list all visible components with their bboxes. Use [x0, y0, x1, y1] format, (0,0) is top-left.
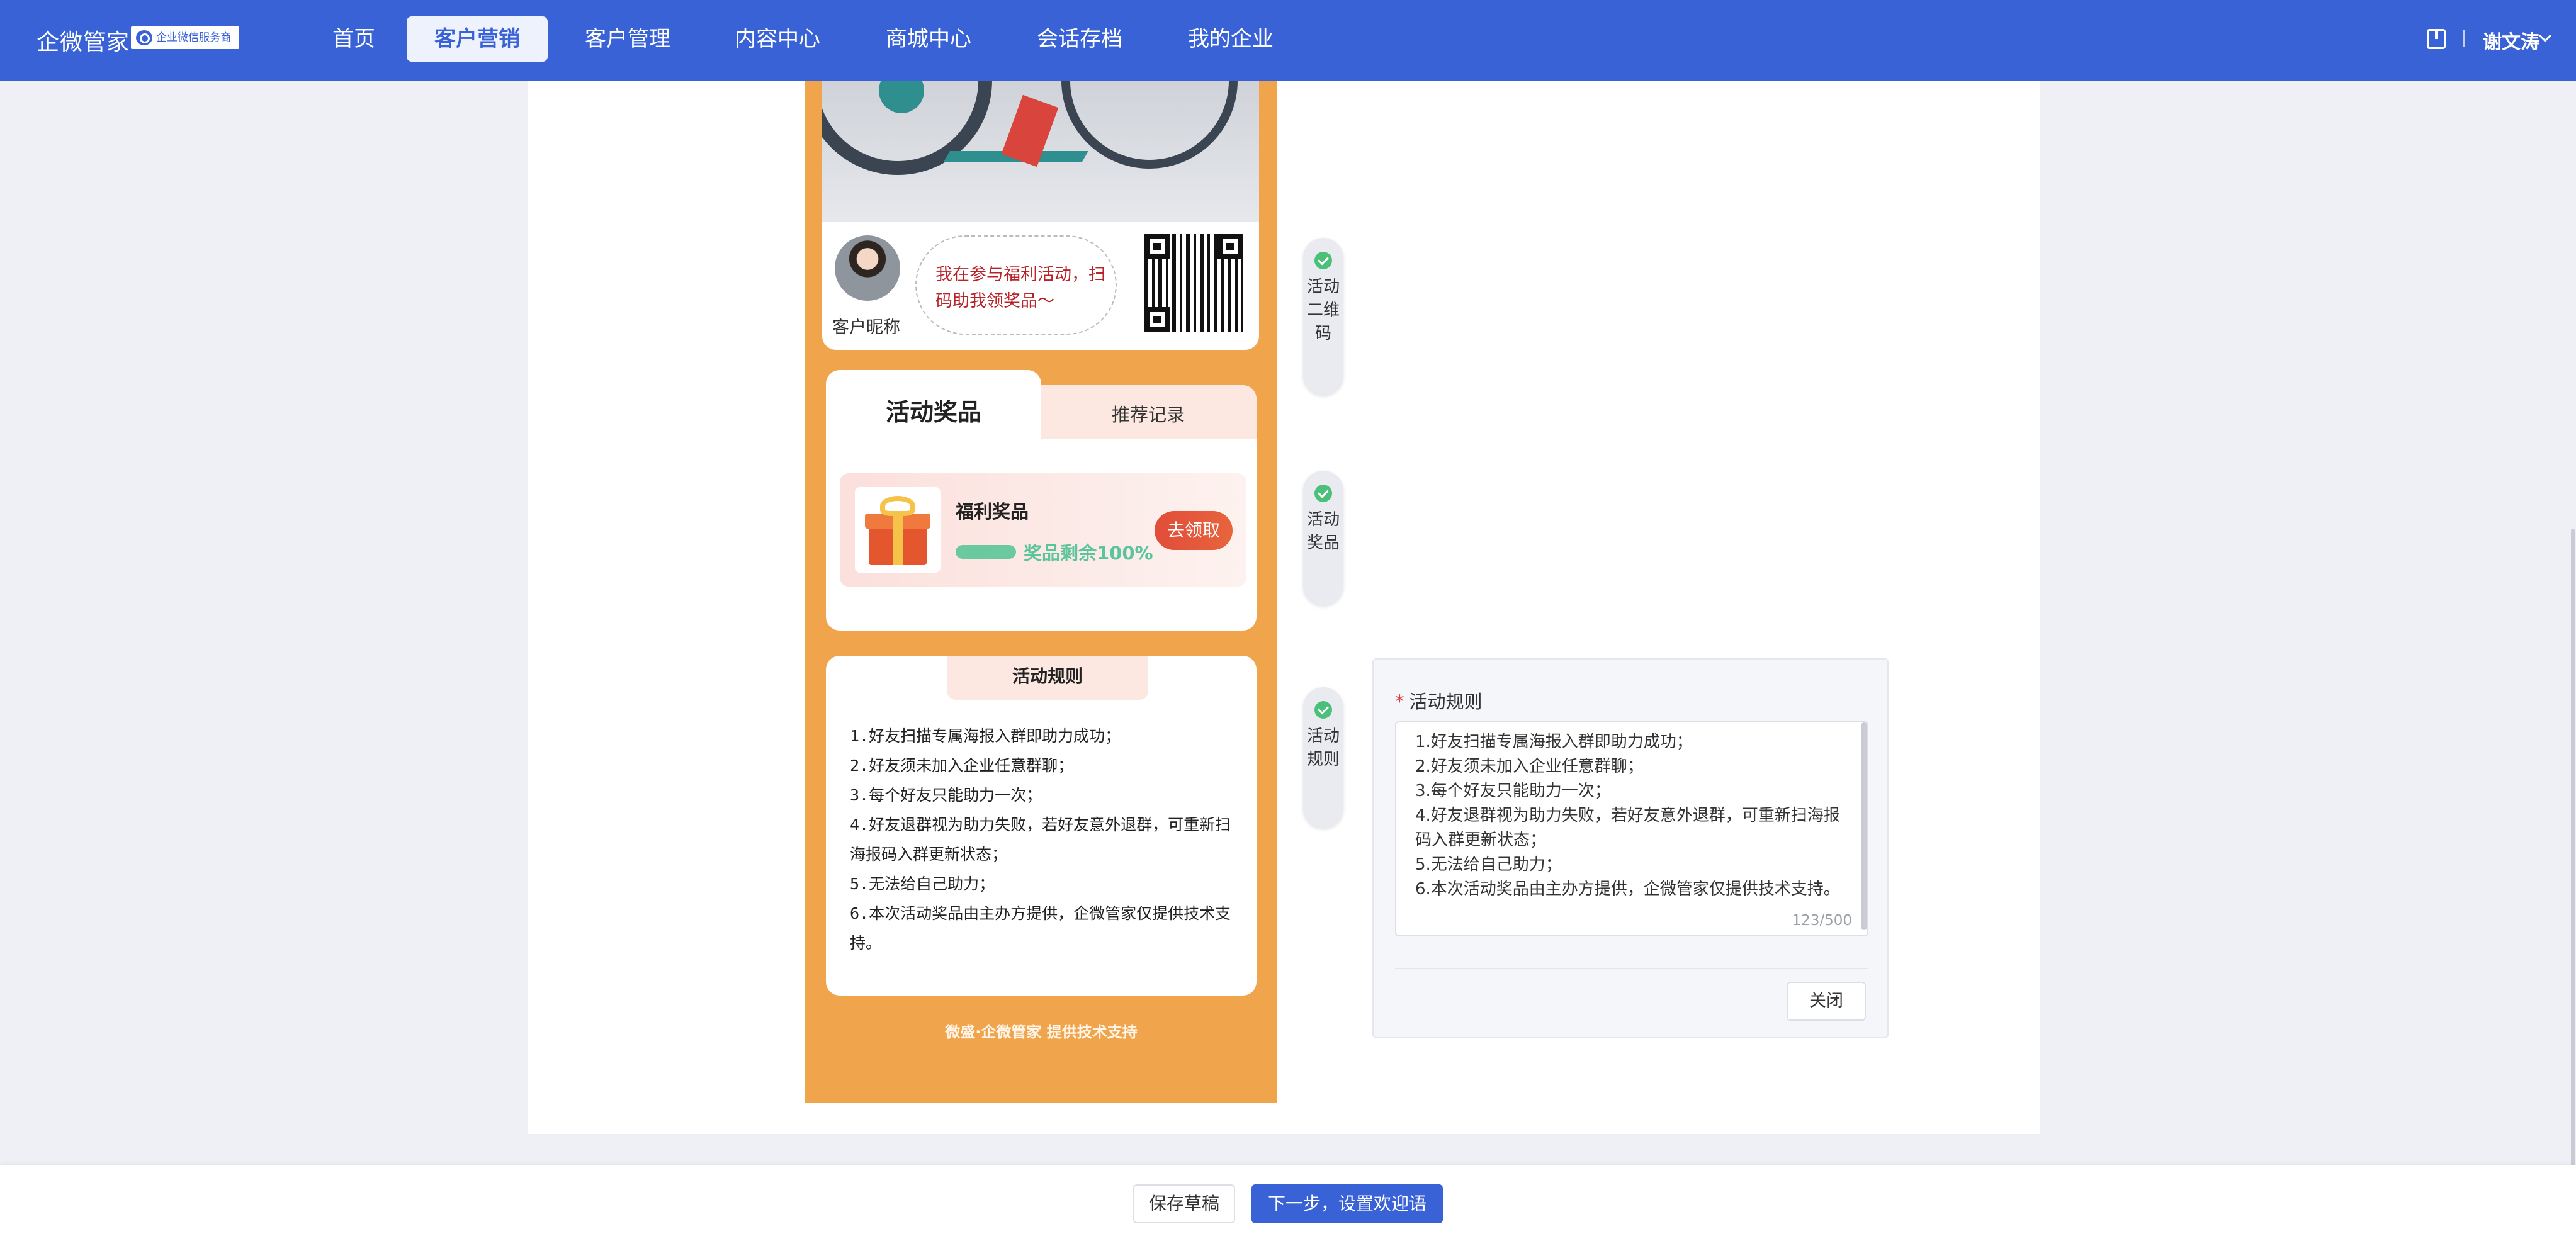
- textarea-scrollbar[interactable]: [1861, 722, 1867, 930]
- nav-separator: [2463, 30, 2465, 47]
- save-draft-button[interactable]: 保存草稿: [1133, 1184, 1235, 1223]
- check-circle-icon: [1314, 485, 1332, 502]
- prize-remaining-label: 奖品剩余100%: [1024, 542, 1153, 564]
- close-button[interactable]: 关闭: [1787, 982, 1866, 1021]
- rules-line: 6.本次活动奖品由主办方提供，企微管家仅提供技术支持。: [1415, 880, 1840, 899]
- user-name[interactable]: 谢文涛: [2483, 26, 2539, 54]
- claim-button[interactable]: 去领取: [1155, 511, 1233, 550]
- tab-activity-prizes-label: 活动奖品: [885, 398, 981, 426]
- bicycle-wheel-shape: [1061, 81, 1238, 169]
- top-nav-bar: 企微管家 企业微信服务商 首页 客户营销 客户管理 内容中心 商城中心 会话存档…: [0, 0, 2576, 81]
- brand-badge-text: 企业微信服务商: [156, 31, 231, 44]
- rules-line: 5.无法给自己助力；: [1415, 855, 1562, 874]
- char-counter: 123/500: [1792, 912, 1852, 929]
- rules-field-label-text: 活动规则: [1409, 691, 1483, 712]
- rule-item: 3.每个好友只能助力一次；: [850, 786, 1042, 804]
- prize-remaining-progress: [956, 545, 1016, 559]
- bubble-text: 我在参与福利活动，扫码助我领奖品～: [935, 265, 1105, 311]
- step-activity-qr[interactable]: 活动二维码: [1303, 238, 1343, 395]
- rules-textarea-content[interactable]: 1.好友扫描专属海报入群即助力成功； 2.好友须未加入企业任意群聊； 3.每个好…: [1415, 730, 1856, 902]
- bottom-action-bar: 保存草稿 下一步，设置欢迎语: [0, 1165, 2576, 1241]
- gift-icon: [855, 487, 941, 573]
- brand-name: 企微管家: [37, 30, 130, 55]
- rules-line: 4.好友退群视为助力失败，若好友意外退群，可重新扫海报码入群更新状态；: [1415, 806, 1840, 850]
- qr-code-icon: [1144, 234, 1243, 332]
- rule-item: 6.本次活动奖品由主办方提供，企微管家仅提供技术支持。: [850, 904, 1231, 952]
- rules-line: 1.好友扫描专属海报入群即助力成功；: [1415, 733, 1693, 751]
- bicycle-image: [822, 81, 1259, 222]
- rules-editor-panel: * 活动规则 1.好友扫描专属海报入群即助力成功； 2.好友须未加入企业任意群聊；…: [1372, 658, 1889, 1038]
- divider: [1395, 968, 1868, 969]
- rules-textarea[interactable]: 1.好友扫描专属海报入群即助力成功； 2.好友须未加入企业任意群聊； 3.每个好…: [1395, 721, 1868, 936]
- rules-list: 1.好友扫描专属海报入群即助力成功； 2.好友须未加入企业任意群聊； 3.每个好…: [850, 721, 1240, 958]
- nav-item-customer-marketing[interactable]: 客户营销: [407, 16, 548, 62]
- nav-item-session-archive[interactable]: 会话存档: [1019, 16, 1141, 62]
- customer-nickname: 客户昵称: [832, 318, 900, 337]
- tech-support-note: 微盛·企微管家 提供技术支持: [945, 1023, 1138, 1041]
- rule-item: 4.好友退群视为助力失败，若好友意外退群，可重新扫海报码入群更新状态；: [850, 816, 1231, 863]
- check-circle-icon: [1314, 252, 1332, 269]
- rules-card: 活动规则 1.好友扫描专属海报入群即助力成功； 2.好友须未加入企业任意群聊； …: [826, 656, 1257, 996]
- rule-item: 2.好友须未加入企业任意群聊；: [850, 756, 1074, 775]
- phone-preview: 客户昵称 我在参与福利活动，扫码助我领奖品～ 推荐记录 活动奖品 福利奖品 奖品: [805, 81, 1277, 1103]
- rule-item: 5.无法给自己助力；: [850, 875, 995, 893]
- prize-name: 福利奖品: [956, 501, 1029, 522]
- nav-item-mall-center[interactable]: 商城中心: [867, 16, 990, 62]
- book-icon[interactable]: [2427, 29, 2446, 49]
- rule-item: 1.好友扫描专属海报入群即助力成功；: [850, 727, 1121, 745]
- speech-bubble: 我在参与福利活动，扫码助我领奖品～: [915, 235, 1117, 335]
- rules-field-label: * 活动规则: [1395, 687, 1483, 714]
- tab-activity-prizes[interactable]: 活动奖品: [826, 370, 1041, 439]
- nav-item-customer-management[interactable]: 客户管理: [567, 16, 689, 62]
- prize-card: 推荐记录 活动奖品 福利奖品 奖品剩余100% 去领取: [826, 370, 1257, 631]
- rules-line: 2.好友须未加入企业任意群聊；: [1415, 757, 1644, 776]
- chevron-down-icon[interactable]: [2539, 30, 2551, 42]
- rules-line: 3.每个好友只能助力一次；: [1415, 782, 1611, 800]
- tab-recommend-records-label: 推荐记录: [1111, 404, 1185, 425]
- qr-corner-shape: [1144, 307, 1170, 332]
- step-label: 活动规则: [1306, 727, 1340, 769]
- qr-corner-shape: [1144, 234, 1170, 259]
- step-activity-prizes[interactable]: 活动奖品: [1303, 471, 1343, 605]
- nav-item-my-enterprise[interactable]: 我的企业: [1170, 16, 1292, 62]
- rules-title: 活动规则: [947, 656, 1148, 700]
- step-activity-rules[interactable]: 活动规则: [1303, 687, 1343, 828]
- page-scrollbar[interactable]: [2571, 529, 2575, 1171]
- wecom-logo-icon: [136, 30, 152, 45]
- step-label: 活动奖品: [1306, 510, 1340, 553]
- poster-card: 客户昵称 我在参与福利活动，扫码助我领奖品～: [822, 81, 1259, 350]
- brand-badge: 企业微信服务商: [131, 26, 239, 49]
- step-label: 活动二维码: [1306, 278, 1340, 343]
- qr-corner-shape: [1217, 234, 1243, 259]
- next-step-button[interactable]: 下一步，设置欢迎语: [1251, 1184, 1443, 1223]
- required-mark: *: [1395, 691, 1404, 712]
- prize-item: 福利奖品 奖品剩余100% 去领取: [840, 473, 1246, 587]
- tab-recommend-records[interactable]: 推荐记录: [1040, 385, 1257, 439]
- check-circle-icon: [1314, 701, 1332, 719]
- nav-item-home[interactable]: 首页: [319, 16, 389, 62]
- nav-item-content-center[interactable]: 内容中心: [716, 16, 839, 62]
- avatar: [835, 235, 900, 301]
